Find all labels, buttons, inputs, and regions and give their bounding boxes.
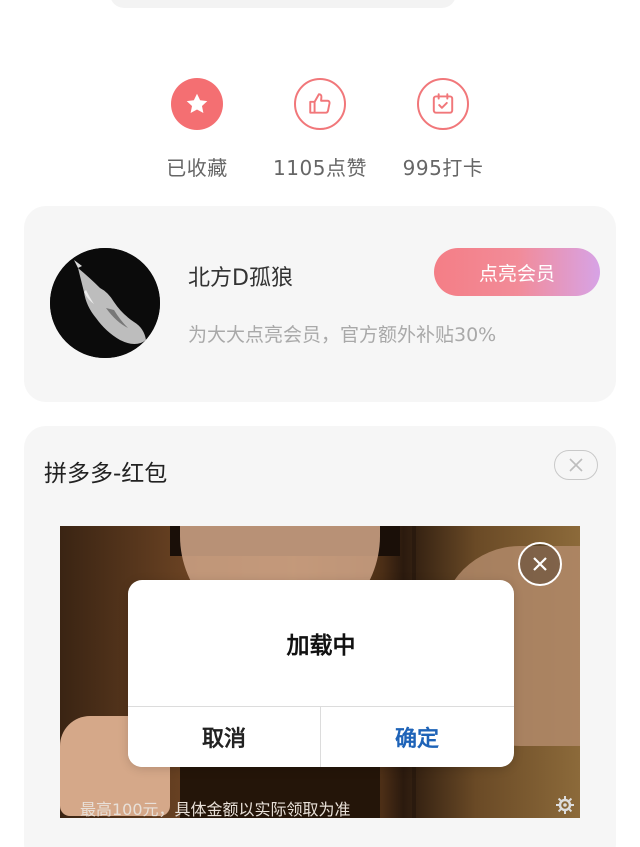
member-description: 为大大点亮会员，官方额外补贴30%	[188, 324, 497, 346]
dialog-message: 加载中	[286, 633, 356, 659]
confirm-button[interactable]: 确定	[321, 707, 513, 767]
favorite-stat[interactable]: 已收藏	[137, 78, 257, 181]
loading-dialog: 加载中 取消 确定	[128, 580, 514, 767]
checkin-count: 995打卡	[402, 156, 484, 180]
stats-row: 已收藏 1105点赞 995打卡	[0, 78, 640, 188]
ad-caption: 最高100元，具体金额以实际领取为准	[80, 800, 351, 818]
ad-title: 拼多多-红包	[44, 461, 168, 487]
checkin-stat[interactable]: 995打卡	[383, 78, 503, 181]
ad-close-icon[interactable]	[518, 542, 562, 586]
cancel-button[interactable]: 取消	[128, 707, 320, 767]
like-count: 1105点赞	[273, 156, 367, 180]
top-card-remnant	[110, 0, 456, 8]
avatar[interactable]	[50, 248, 160, 358]
favorite-label: 已收藏	[166, 156, 228, 180]
activate-membership-button[interactable]: 点亮会员	[434, 248, 600, 296]
username: 北方D孤狼	[188, 266, 293, 291]
close-icon[interactable]	[554, 450, 598, 480]
thumbs-up-icon	[294, 78, 346, 130]
gear-icon[interactable]	[554, 794, 576, 816]
calendar-check-icon	[417, 78, 469, 130]
member-card: 北方D孤狼 为大大点亮会员，官方额外补贴30% 点亮会员	[24, 206, 616, 402]
star-icon	[171, 78, 223, 130]
like-stat[interactable]: 1105点赞	[260, 78, 380, 181]
